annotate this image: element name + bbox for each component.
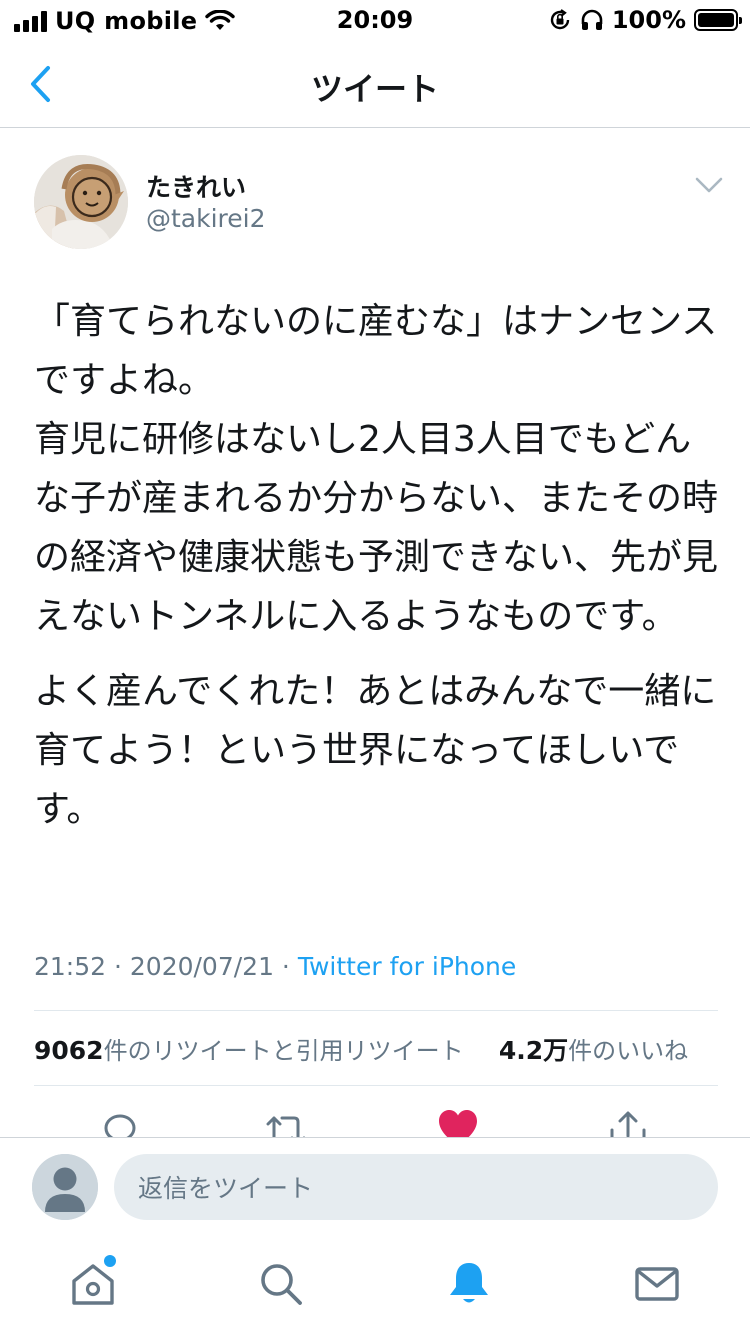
retweet-count: 9062 — [34, 1036, 104, 1065]
notification-dot — [104, 1255, 116, 1267]
likes-link[interactable]: 4.2万件のいいね — [498, 1036, 689, 1065]
tab-bar — [0, 1237, 750, 1334]
like-label: 件のいいね — [568, 1037, 689, 1065]
notifications-icon[interactable] — [444, 1259, 494, 1309]
nav-bar: ツイート — [0, 40, 750, 128]
avatar-image — [34, 155, 128, 249]
page-title: ツイート — [310, 70, 439, 108]
retweet-label: 件のリツイートと引用リツイート — [103, 1037, 464, 1065]
like-icon[interactable] — [436, 1106, 480, 1138]
status-right: 100% — [548, 6, 742, 34]
tweet-paragraph: よく産んでくれた！あとはみんなで一緒に育てよう！という世界になってほしいです。 — [34, 671, 717, 830]
tweet-timestamp: 21:52 · 2020/07/21 · — [34, 952, 298, 981]
reply-placeholder: 返信をツイート — [138, 1174, 314, 1203]
tweet-meta: 21:52 · 2020/07/21 · Twitter for iPhone — [34, 952, 516, 981]
tweet-text: 「育てられないのに産むな」はナンセンスですよね。 育児に研修はないし2人目3人目… — [34, 292, 718, 839]
messages-icon[interactable] — [632, 1259, 682, 1309]
tweet-stats: 9062件のリツイートと引用リツイート 4.2万件のいいね — [34, 1031, 688, 1067]
user-avatar[interactable] — [32, 1154, 98, 1220]
reply-icon[interactable] — [98, 1106, 142, 1138]
divider — [34, 1010, 718, 1011]
retweet-icon[interactable] — [264, 1106, 308, 1138]
status-bar: UQ mobile 20:09 100% — [0, 0, 750, 40]
author-name[interactable]: たきれい — [146, 168, 246, 204]
author-avatar[interactable] — [34, 155, 128, 249]
search-icon[interactable] — [256, 1259, 306, 1309]
default-avatar-icon — [32, 1154, 98, 1220]
tweet-paragraph: 「育てられないのに産むな」はナンセンスですよね。 育児に研修はないし2人目3人目… — [34, 301, 719, 637]
reply-composer: 返信をツイート — [0, 1137, 750, 1237]
share-icon[interactable] — [606, 1106, 650, 1138]
headphones-icon — [581, 9, 603, 30]
author-handle[interactable]: @takirei2 — [146, 204, 266, 233]
like-count: 4.2万 — [498, 1036, 569, 1065]
chevron-down-icon[interactable] — [692, 172, 726, 198]
tweet-source-link[interactable]: Twitter for iPhone — [298, 952, 516, 981]
battery-icon — [694, 9, 742, 31]
orientation-lock-icon — [550, 9, 570, 30]
divider — [34, 1085, 718, 1086]
reply-input[interactable]: 返信をツイート — [114, 1154, 718, 1220]
battery-percent: 100% — [611, 6, 686, 34]
retweets-link[interactable]: 9062件のリツイートと引用リツイート — [34, 1036, 464, 1065]
tweet-actions — [0, 1100, 750, 1138]
